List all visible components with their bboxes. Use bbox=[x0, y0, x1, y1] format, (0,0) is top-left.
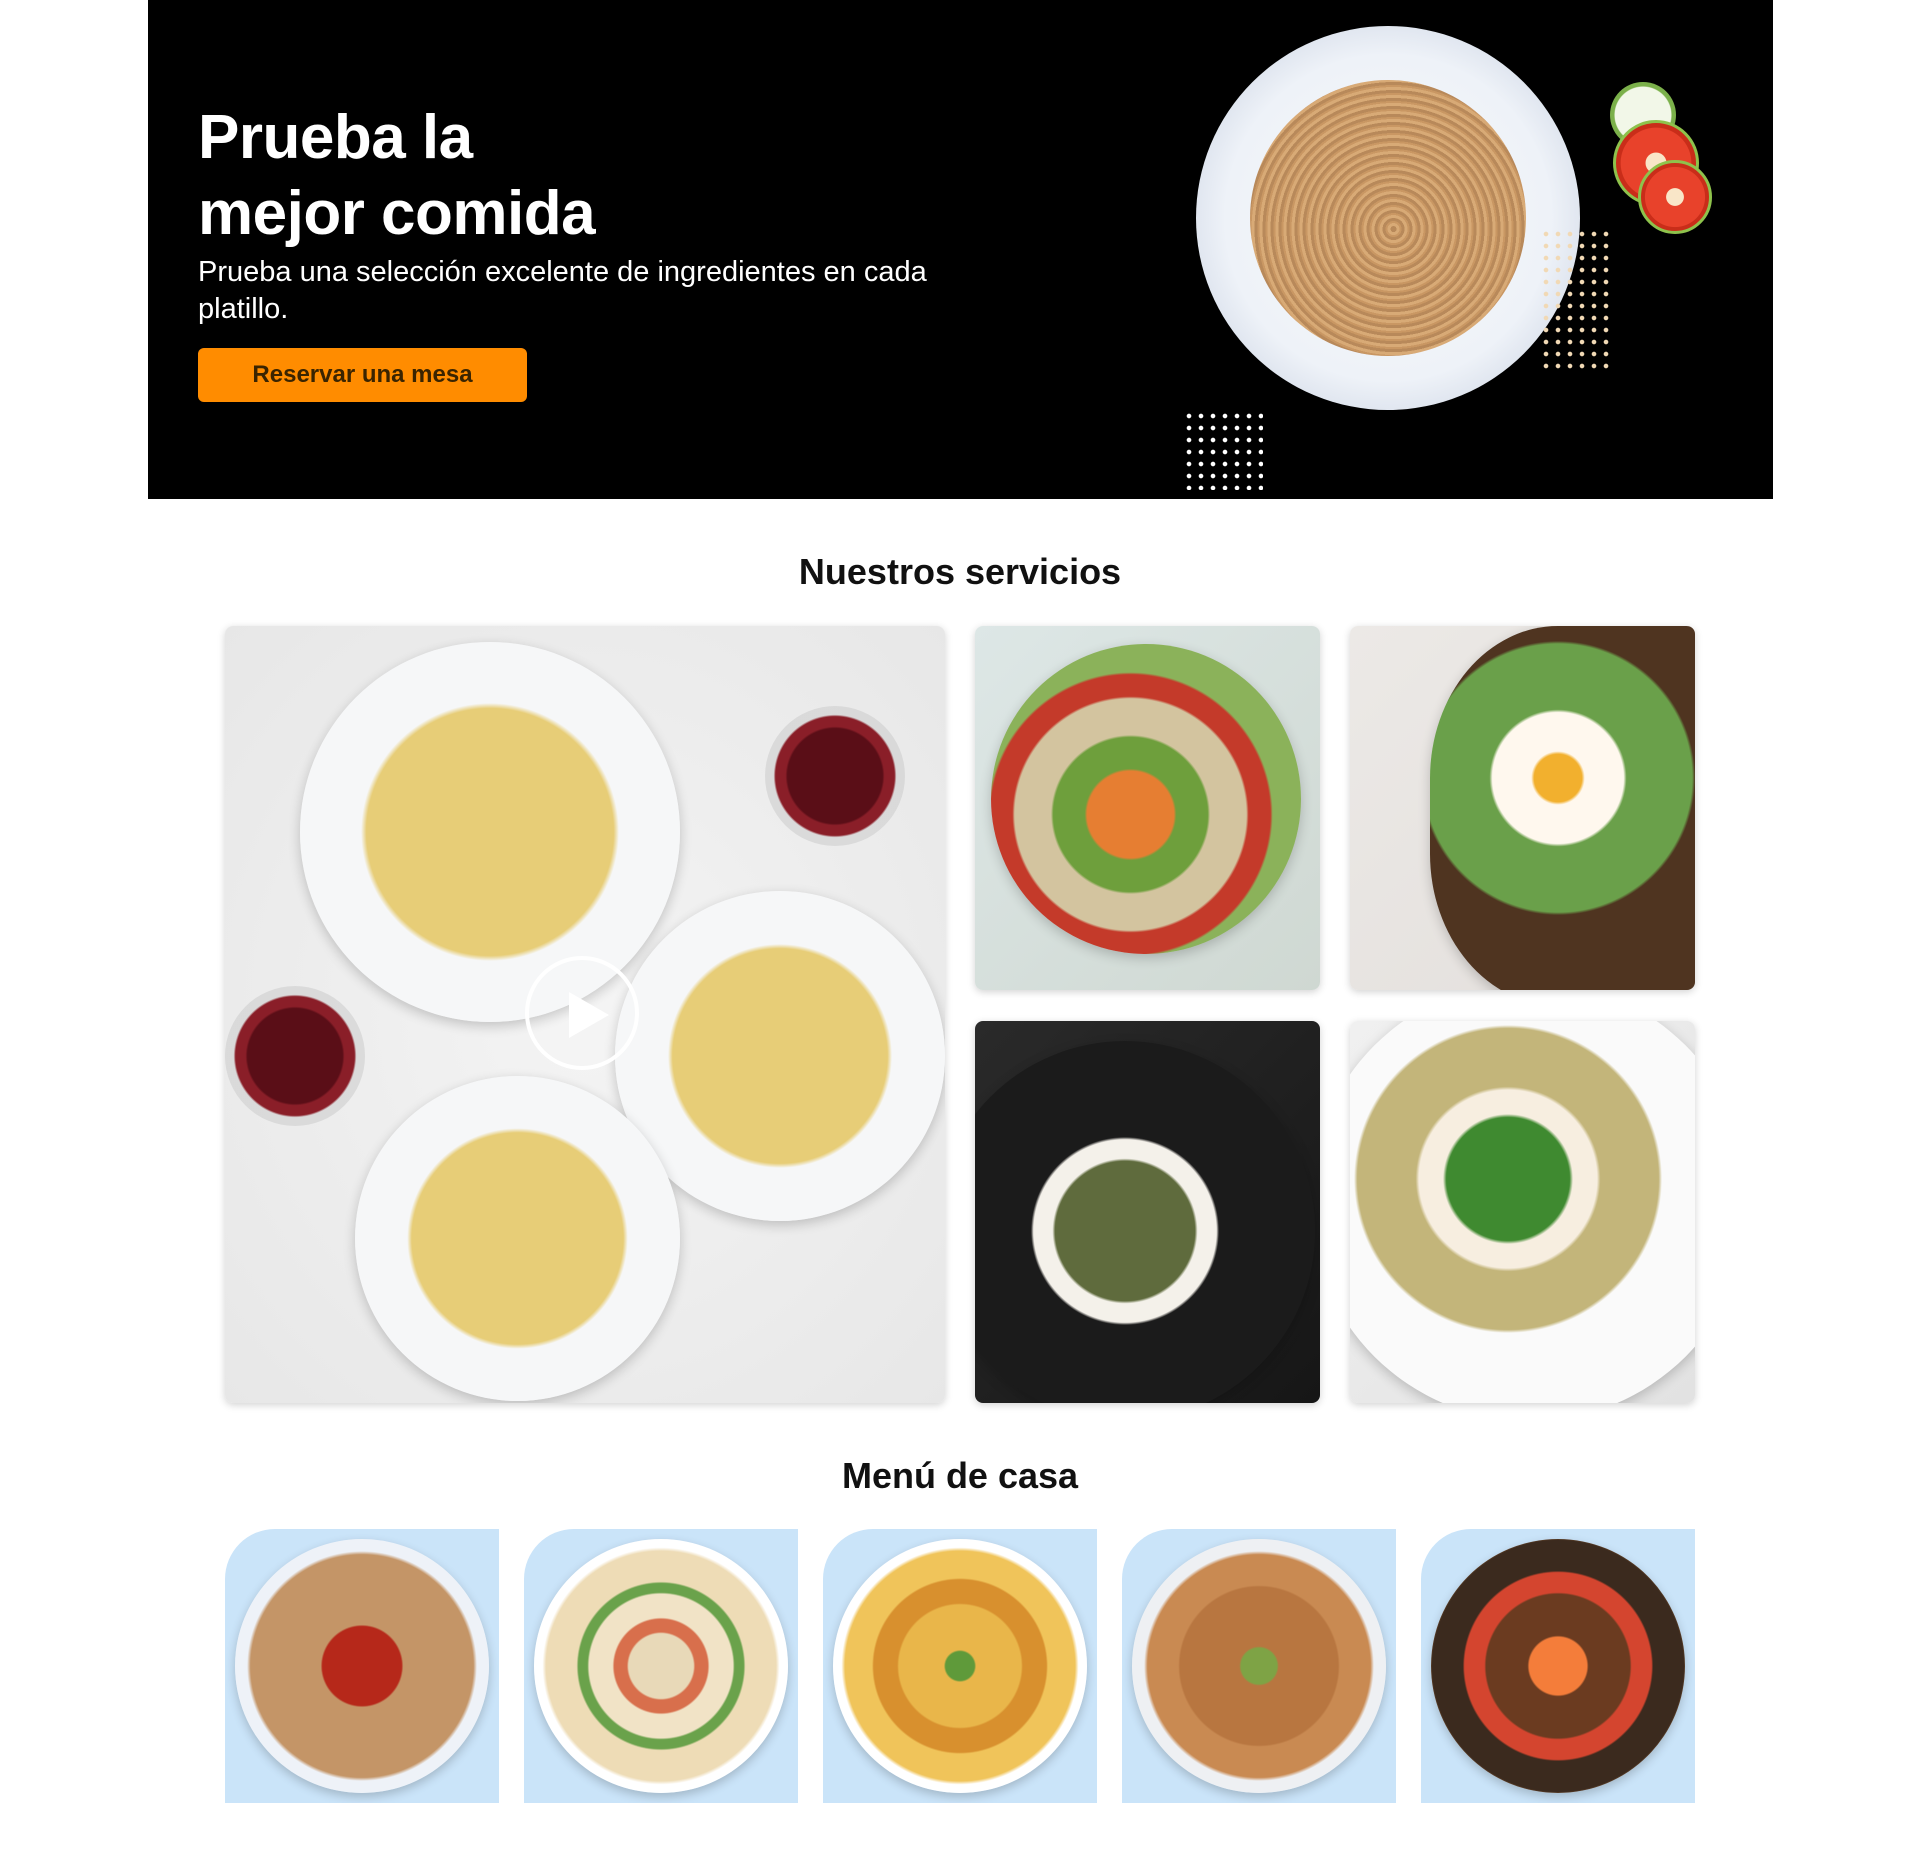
egg-toast-image bbox=[1430, 626, 1695, 990]
rice-bowl-image bbox=[1431, 1539, 1685, 1793]
menu-item-fusilli[interactable] bbox=[823, 1529, 1097, 1803]
tomato-sauce bbox=[1326, 161, 1434, 261]
tomato-slice bbox=[1638, 160, 1712, 234]
pasta-bowl-image bbox=[300, 642, 680, 1022]
wine-glass-image bbox=[765, 706, 905, 846]
menu-item-rice-bowl[interactable] bbox=[1421, 1529, 1695, 1803]
play-icon bbox=[569, 992, 609, 1038]
decorative-dots bbox=[1183, 410, 1263, 490]
hero-banner: Prueba la mejor comida Prueba una selecc… bbox=[148, 0, 1773, 499]
service-card-asparagus[interactable] bbox=[975, 1021, 1320, 1403]
hero-text: Prueba la mejor comida Prueba una selecc… bbox=[198, 100, 998, 328]
pasta-bowl-image bbox=[355, 1076, 680, 1401]
menu-title: Menú de casa bbox=[841, 1455, 1079, 1496]
service-card-egg-toast[interactable] bbox=[1350, 626, 1695, 990]
decorative-dots bbox=[1540, 228, 1614, 374]
reserve-table-button[interactable]: Reservar una mesa bbox=[198, 348, 527, 402]
penne-salad-image bbox=[534, 1539, 788, 1793]
spinach-toast-image bbox=[1350, 1021, 1695, 1403]
play-video-button[interactable] bbox=[525, 956, 639, 1070]
menu-item-spaghetti[interactable] bbox=[225, 1529, 499, 1803]
asparagus-plate-image bbox=[975, 1041, 1315, 1403]
service-card-video[interactable] bbox=[225, 626, 945, 1403]
hero-title-line2: mejor comida bbox=[198, 179, 596, 248]
hero-title: Prueba la mejor comida bbox=[198, 100, 998, 252]
menu-item-penne-salad[interactable] bbox=[524, 1529, 798, 1803]
menu-item-noodles[interactable] bbox=[1122, 1529, 1396, 1803]
hero-title-line1: Prueba la bbox=[198, 103, 473, 172]
service-card-vegetable-bowl[interactable] bbox=[975, 626, 1320, 990]
hero-spaghetti-image bbox=[1196, 26, 1580, 410]
wine-glass-image bbox=[225, 986, 365, 1126]
services-title: Nuestros servicios bbox=[798, 551, 1122, 592]
spaghetti-plate-image bbox=[235, 1539, 489, 1793]
service-card-spinach-toast[interactable] bbox=[1350, 1021, 1695, 1403]
noodles-avocado-image bbox=[1132, 1539, 1386, 1793]
fusilli-pasta-image bbox=[833, 1539, 1087, 1793]
hero-subtitle: Prueba una selección excelente de ingred… bbox=[198, 256, 927, 325]
vegetable-bowl-image bbox=[991, 644, 1301, 954]
